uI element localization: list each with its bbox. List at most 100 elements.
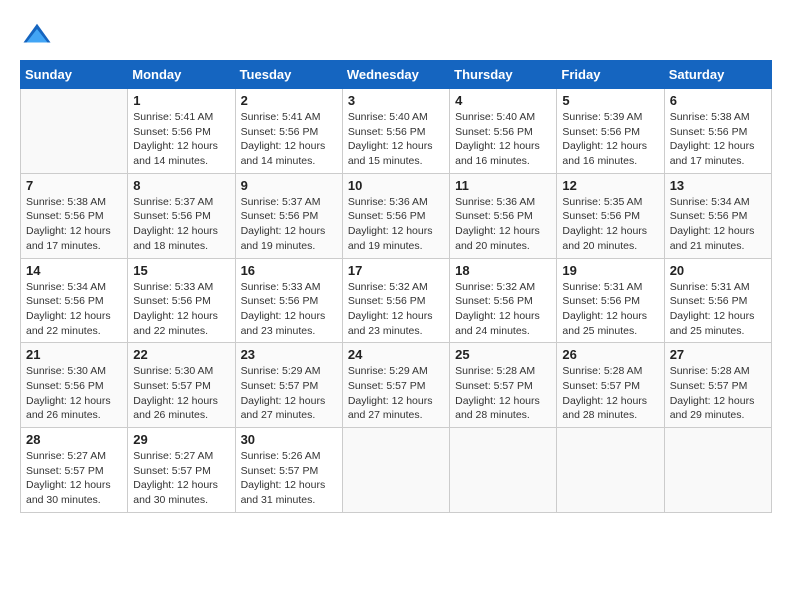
day-number: 30 <box>241 432 337 447</box>
calendar-week-row: 28 Sunrise: 5:27 AM Sunset: 5:57 PM Dayl… <box>21 428 772 513</box>
daylight: Daylight: 12 hours and 17 minutes. <box>670 140 755 167</box>
sunset: Sunset: 5:56 PM <box>670 210 748 222</box>
sunrise: Sunrise: 5:40 AM <box>348 111 428 123</box>
day-number: 16 <box>241 263 337 278</box>
calendar-cell: 15 Sunrise: 5:33 AM Sunset: 5:56 PM Dayl… <box>128 258 235 343</box>
daylight: Daylight: 12 hours and 28 minutes. <box>455 395 540 422</box>
weekday-header: Thursday <box>450 61 557 89</box>
calendar-cell: 25 Sunrise: 5:28 AM Sunset: 5:57 PM Dayl… <box>450 343 557 428</box>
daylight: Daylight: 12 hours and 31 minutes. <box>241 479 326 506</box>
sunset: Sunset: 5:56 PM <box>670 295 748 307</box>
day-info: Sunrise: 5:32 AM Sunset: 5:56 PM Dayligh… <box>455 280 551 339</box>
sunset: Sunset: 5:56 PM <box>562 210 640 222</box>
calendar-cell: 21 Sunrise: 5:30 AM Sunset: 5:56 PM Dayl… <box>21 343 128 428</box>
day-info: Sunrise: 5:37 AM Sunset: 5:56 PM Dayligh… <box>133 195 229 254</box>
calendar-header: SundayMondayTuesdayWednesdayThursdayFrid… <box>21 61 772 89</box>
calendar-cell: 12 Sunrise: 5:35 AM Sunset: 5:56 PM Dayl… <box>557 173 664 258</box>
sunset: Sunset: 5:56 PM <box>133 295 211 307</box>
calendar-cell <box>557 428 664 513</box>
day-number: 3 <box>348 93 444 108</box>
logo-icon <box>22 20 52 50</box>
day-info: Sunrise: 5:28 AM Sunset: 5:57 PM Dayligh… <box>562 364 658 423</box>
weekday-header: Wednesday <box>342 61 449 89</box>
calendar-cell: 6 Sunrise: 5:38 AM Sunset: 5:56 PM Dayli… <box>664 89 771 174</box>
logo <box>20 20 52 50</box>
calendar-week-row: 7 Sunrise: 5:38 AM Sunset: 5:56 PM Dayli… <box>21 173 772 258</box>
day-number: 7 <box>26 178 122 193</box>
day-number: 17 <box>348 263 444 278</box>
sunset: Sunset: 5:57 PM <box>241 465 319 477</box>
day-number: 2 <box>241 93 337 108</box>
daylight: Daylight: 12 hours and 30 minutes. <box>26 479 111 506</box>
day-number: 13 <box>670 178 766 193</box>
day-number: 15 <box>133 263 229 278</box>
sunrise: Sunrise: 5:40 AM <box>455 111 535 123</box>
day-info: Sunrise: 5:30 AM Sunset: 5:57 PM Dayligh… <box>133 364 229 423</box>
day-info: Sunrise: 5:34 AM Sunset: 5:56 PM Dayligh… <box>26 280 122 339</box>
sunset: Sunset: 5:56 PM <box>26 295 104 307</box>
day-info: Sunrise: 5:34 AM Sunset: 5:56 PM Dayligh… <box>670 195 766 254</box>
calendar-cell: 7 Sunrise: 5:38 AM Sunset: 5:56 PM Dayli… <box>21 173 128 258</box>
weekday-header: Sunday <box>21 61 128 89</box>
page-header <box>20 20 772 50</box>
day-info: Sunrise: 5:39 AM Sunset: 5:56 PM Dayligh… <box>562 110 658 169</box>
sunrise: Sunrise: 5:36 AM <box>455 196 535 208</box>
day-number: 4 <box>455 93 551 108</box>
calendar-cell: 16 Sunrise: 5:33 AM Sunset: 5:56 PM Dayl… <box>235 258 342 343</box>
sunset: Sunset: 5:57 PM <box>133 465 211 477</box>
day-number: 28 <box>26 432 122 447</box>
calendar-cell: 27 Sunrise: 5:28 AM Sunset: 5:57 PM Dayl… <box>664 343 771 428</box>
calendar-body: 1 Sunrise: 5:41 AM Sunset: 5:56 PM Dayli… <box>21 89 772 513</box>
sunrise: Sunrise: 5:27 AM <box>26 450 106 462</box>
sunrise: Sunrise: 5:29 AM <box>241 365 321 377</box>
calendar-cell: 29 Sunrise: 5:27 AM Sunset: 5:57 PM Dayl… <box>128 428 235 513</box>
sunrise: Sunrise: 5:36 AM <box>348 196 428 208</box>
sunrise: Sunrise: 5:39 AM <box>562 111 642 123</box>
daylight: Daylight: 12 hours and 26 minutes. <box>133 395 218 422</box>
day-number: 6 <box>670 93 766 108</box>
day-info: Sunrise: 5:41 AM Sunset: 5:56 PM Dayligh… <box>133 110 229 169</box>
sunrise: Sunrise: 5:41 AM <box>133 111 213 123</box>
day-info: Sunrise: 5:32 AM Sunset: 5:56 PM Dayligh… <box>348 280 444 339</box>
day-info: Sunrise: 5:27 AM Sunset: 5:57 PM Dayligh… <box>26 449 122 508</box>
daylight: Daylight: 12 hours and 16 minutes. <box>562 140 647 167</box>
sunset: Sunset: 5:56 PM <box>133 210 211 222</box>
day-number: 11 <box>455 178 551 193</box>
day-info: Sunrise: 5:29 AM Sunset: 5:57 PM Dayligh… <box>241 364 337 423</box>
day-number: 18 <box>455 263 551 278</box>
sunrise: Sunrise: 5:37 AM <box>241 196 321 208</box>
sunrise: Sunrise: 5:28 AM <box>455 365 535 377</box>
calendar-cell: 14 Sunrise: 5:34 AM Sunset: 5:56 PM Dayl… <box>21 258 128 343</box>
sunset: Sunset: 5:56 PM <box>133 126 211 138</box>
sunset: Sunset: 5:57 PM <box>348 380 426 392</box>
sunrise: Sunrise: 5:32 AM <box>348 281 428 293</box>
calendar-cell: 23 Sunrise: 5:29 AM Sunset: 5:57 PM Dayl… <box>235 343 342 428</box>
weekday-header: Saturday <box>664 61 771 89</box>
daylight: Daylight: 12 hours and 20 minutes. <box>562 225 647 252</box>
daylight: Daylight: 12 hours and 23 minutes. <box>348 310 433 337</box>
sunset: Sunset: 5:57 PM <box>26 465 104 477</box>
sunrise: Sunrise: 5:35 AM <box>562 196 642 208</box>
sunset: Sunset: 5:57 PM <box>241 380 319 392</box>
calendar-cell: 8 Sunrise: 5:37 AM Sunset: 5:56 PM Dayli… <box>128 173 235 258</box>
daylight: Daylight: 12 hours and 25 minutes. <box>670 310 755 337</box>
day-number: 12 <box>562 178 658 193</box>
day-info: Sunrise: 5:36 AM Sunset: 5:56 PM Dayligh… <box>455 195 551 254</box>
daylight: Daylight: 12 hours and 25 minutes. <box>562 310 647 337</box>
calendar-cell: 3 Sunrise: 5:40 AM Sunset: 5:56 PM Dayli… <box>342 89 449 174</box>
sunset: Sunset: 5:56 PM <box>562 126 640 138</box>
sunset: Sunset: 5:57 PM <box>670 380 748 392</box>
sunset: Sunset: 5:57 PM <box>455 380 533 392</box>
day-number: 14 <box>26 263 122 278</box>
day-info: Sunrise: 5:37 AM Sunset: 5:56 PM Dayligh… <box>241 195 337 254</box>
daylight: Daylight: 12 hours and 19 minutes. <box>241 225 326 252</box>
sunset: Sunset: 5:56 PM <box>348 126 426 138</box>
calendar-week-row: 1 Sunrise: 5:41 AM Sunset: 5:56 PM Dayli… <box>21 89 772 174</box>
calendar-cell: 10 Sunrise: 5:36 AM Sunset: 5:56 PM Dayl… <box>342 173 449 258</box>
day-info: Sunrise: 5:28 AM Sunset: 5:57 PM Dayligh… <box>670 364 766 423</box>
daylight: Daylight: 12 hours and 19 minutes. <box>348 225 433 252</box>
daylight: Daylight: 12 hours and 21 minutes. <box>670 225 755 252</box>
calendar-week-row: 14 Sunrise: 5:34 AM Sunset: 5:56 PM Dayl… <box>21 258 772 343</box>
day-number: 10 <box>348 178 444 193</box>
day-number: 27 <box>670 347 766 362</box>
